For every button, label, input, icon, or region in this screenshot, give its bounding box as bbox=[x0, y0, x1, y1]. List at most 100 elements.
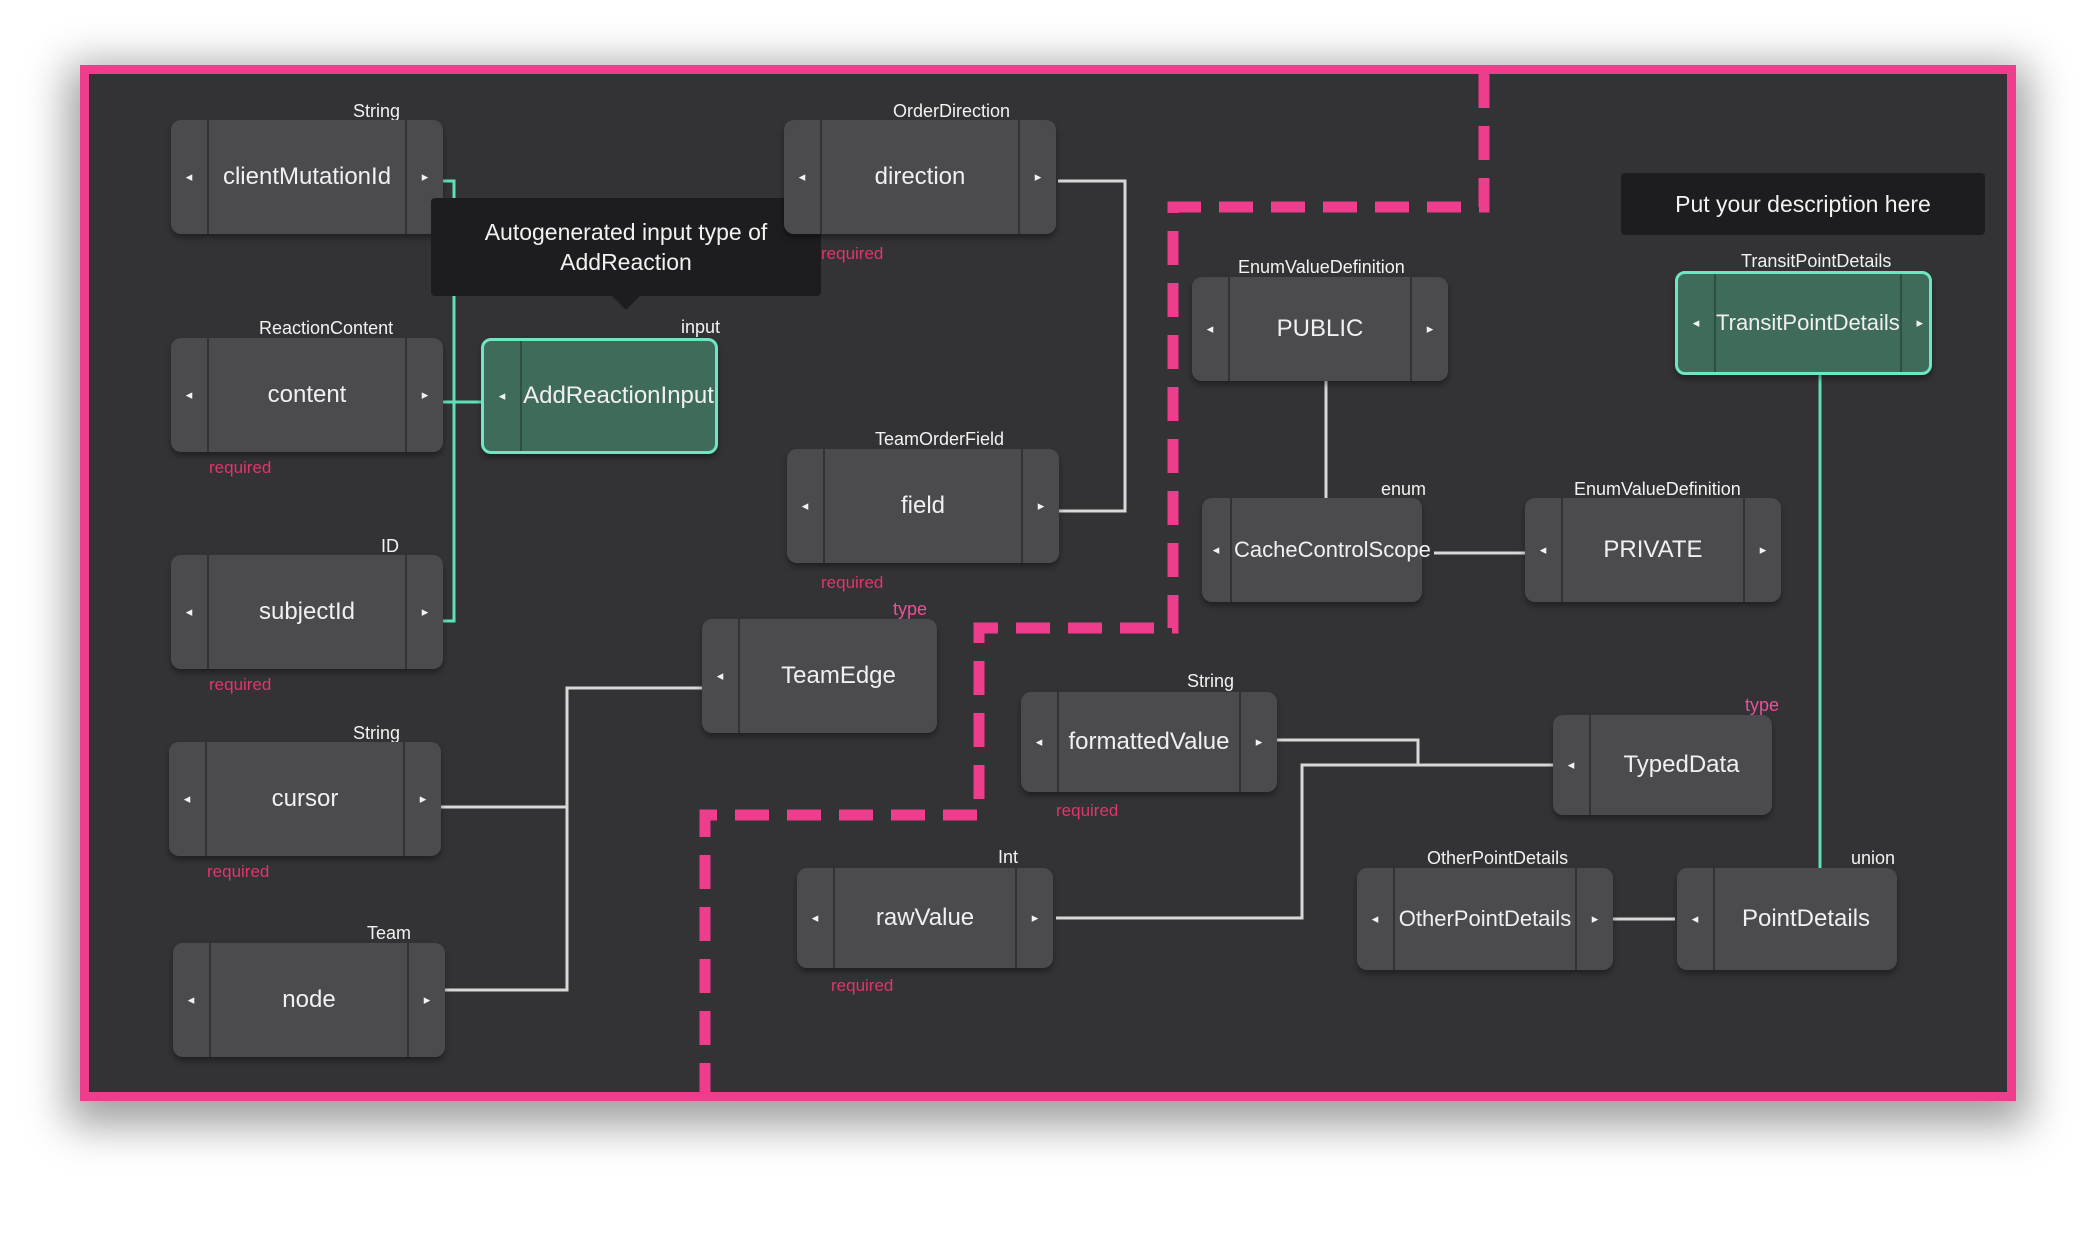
required-label: required bbox=[207, 862, 270, 881]
node-addReactionInput[interactable]: ◂ AddReactionInput bbox=[481, 338, 718, 454]
node-label: clientMutationId bbox=[222, 163, 392, 190]
port-left-icon[interactable]: ◂ bbox=[173, 943, 211, 1057]
node-label: PRIVATE bbox=[1603, 536, 1703, 563]
wire-formatted-typed bbox=[1272, 738, 1560, 767]
port-left-icon[interactable]: ◂ bbox=[1192, 277, 1230, 381]
node-clientMutationId[interactable]: ◂ clientMutationId ▸ bbox=[171, 120, 443, 234]
port-left-icon[interactable]: ◂ bbox=[1677, 868, 1715, 970]
node-label: TeamEdge bbox=[781, 662, 896, 689]
port-left-icon[interactable]: ◂ bbox=[1525, 498, 1563, 602]
required-label: required bbox=[209, 458, 272, 477]
node-public[interactable]: ◂ PUBLIC ▸ bbox=[1192, 277, 1448, 381]
required-label: required bbox=[209, 675, 272, 694]
required-label: required bbox=[821, 244, 884, 263]
type-label-enumvaluedefinition: EnumValueDefinition bbox=[1238, 257, 1405, 277]
port-right-icon[interactable]: ▸ bbox=[403, 742, 441, 856]
node-label: AddReactionInput bbox=[523, 382, 714, 409]
port-right-icon[interactable]: ▸ bbox=[405, 338, 443, 452]
port-left-icon[interactable]: ◂ bbox=[484, 341, 522, 451]
node-formattedValue[interactable]: ◂ formattedValue ▸ bbox=[1021, 692, 1277, 792]
tooltip-line: Autogenerated input type of bbox=[484, 219, 768, 245]
graph-canvas[interactable]: String ◂ clientMutationId ▸ ReactionCont… bbox=[80, 65, 2016, 1101]
port-left-icon[interactable]: ◂ bbox=[171, 120, 209, 234]
node-label: TransitPointDetails bbox=[1716, 310, 1900, 335]
port-right-icon[interactable]: ▸ bbox=[1018, 120, 1056, 234]
type-label-string: String bbox=[353, 723, 401, 743]
port-right-icon[interactable]: ▸ bbox=[407, 943, 445, 1057]
port-left-icon[interactable]: ◂ bbox=[1678, 274, 1716, 372]
tooltip-tail bbox=[612, 296, 640, 310]
port-left-icon[interactable]: ◂ bbox=[1553, 715, 1591, 815]
type-label-type: type bbox=[1745, 695, 1780, 715]
node-label: rawValue bbox=[875, 904, 975, 931]
node-pointDetails[interactable]: ◂ PointDetails bbox=[1677, 868, 1897, 970]
wire-direction-field bbox=[1058, 179, 1127, 513]
node-label: PointDetails bbox=[1741, 905, 1871, 932]
node-label: CacheControlScope bbox=[1234, 537, 1431, 562]
node-label: OtherPointDetails bbox=[1398, 906, 1572, 931]
port-left-icon[interactable]: ◂ bbox=[787, 449, 825, 563]
wire-node-teamedge bbox=[437, 688, 569, 992]
port-left-icon[interactable]: ◂ bbox=[702, 619, 740, 733]
node-label: subjectId bbox=[258, 598, 356, 625]
node-label: TypedData bbox=[1623, 751, 1740, 778]
port-left-icon[interactable]: ◂ bbox=[171, 338, 209, 452]
port-right-icon[interactable]: ▸ bbox=[1899, 274, 1938, 372]
type-label-teamorderfield: TeamOrderField bbox=[875, 429, 1005, 449]
wire-cursor-teamedge bbox=[434, 686, 705, 809]
description-tooltip: Autogenerated input type of AddReaction bbox=[431, 198, 821, 310]
port-left-icon[interactable]: ◂ bbox=[797, 868, 835, 968]
port-right-icon[interactable]: ▸ bbox=[405, 555, 443, 669]
type-label-team: Team bbox=[367, 923, 412, 943]
tooltip-line: AddReaction bbox=[560, 249, 692, 275]
description-tooltip: Put your description here bbox=[1621, 173, 1985, 235]
port-left-icon[interactable]: ◂ bbox=[784, 120, 822, 234]
node-typedData[interactable]: ◂ TypedData bbox=[1553, 715, 1772, 815]
required-label: required bbox=[831, 976, 894, 995]
node-label: formattedValue bbox=[1068, 728, 1230, 755]
type-label-string: String bbox=[1187, 671, 1235, 691]
node-label: node bbox=[282, 986, 336, 1013]
node-label: cursor bbox=[271, 785, 339, 812]
type-label-id: ID bbox=[381, 536, 399, 556]
node-cacheControlScope[interactable]: ◂ CacheControlScope bbox=[1202, 498, 1431, 602]
node-teamEdge[interactable]: ◂ TeamEdge bbox=[702, 619, 937, 733]
node-rawValue[interactable]: ◂ rawValue ▸ bbox=[797, 868, 1053, 968]
type-label-enum: enum bbox=[1381, 479, 1427, 499]
node-label: PUBLIC bbox=[1276, 315, 1364, 342]
node-field[interactable]: ◂ field ▸ bbox=[787, 449, 1059, 563]
port-left-icon[interactable]: ◂ bbox=[1357, 868, 1395, 970]
type-label-int: Int bbox=[998, 847, 1019, 867]
port-left-icon[interactable]: ◂ bbox=[169, 742, 207, 856]
node-otherPointDetails[interactable]: ◂ OtherPointDetails ▸ bbox=[1357, 868, 1613, 970]
type-label-transitpointdetails: TransitPointDetails bbox=[1741, 251, 1892, 271]
node-transitPointDetails[interactable]: ◂ TransitPointDetails ▸ bbox=[1675, 271, 1932, 375]
node-node[interactable]: ◂ node ▸ bbox=[173, 943, 445, 1057]
tooltip-line: Put your description here bbox=[1675, 191, 1931, 217]
port-right-icon[interactable]: ▸ bbox=[1015, 868, 1053, 968]
port-right-icon[interactable]: ▸ bbox=[1410, 277, 1448, 381]
required-label: required bbox=[821, 573, 884, 592]
type-label-type: type bbox=[893, 599, 928, 619]
port-left-icon[interactable]: ◂ bbox=[171, 555, 209, 669]
required-label: required bbox=[1056, 801, 1119, 820]
port-left-icon[interactable]: ◂ bbox=[1202, 498, 1232, 602]
type-label-orderdirection: OrderDirection bbox=[893, 101, 1011, 121]
type-label-otherpointdetails: OtherPointDetails bbox=[1427, 848, 1569, 868]
node-label: field bbox=[900, 492, 946, 519]
node-cursor[interactable]: ◂ cursor ▸ bbox=[169, 742, 441, 856]
port-right-icon[interactable]: ▸ bbox=[1021, 449, 1059, 563]
type-label-enumvaluedefinition: EnumValueDefinition bbox=[1574, 479, 1741, 499]
node-private[interactable]: ◂ PRIVATE ▸ bbox=[1525, 498, 1781, 602]
type-label-reactioncontent: ReactionContent bbox=[259, 318, 394, 338]
node-subjectId[interactable]: ◂ subjectId ▸ bbox=[171, 555, 443, 669]
port-left-icon[interactable]: ◂ bbox=[1021, 692, 1059, 792]
node-content[interactable]: ◂ content ▸ bbox=[171, 338, 443, 452]
port-right-icon[interactable]: ▸ bbox=[1239, 692, 1277, 792]
port-right-icon[interactable]: ▸ bbox=[1743, 498, 1781, 602]
type-label-string: String bbox=[353, 101, 401, 121]
node-direction[interactable]: ◂ direction ▸ bbox=[784, 120, 1056, 234]
node-label: direction bbox=[874, 163, 966, 190]
type-label-union: union bbox=[1851, 848, 1896, 868]
port-right-icon[interactable]: ▸ bbox=[1575, 868, 1613, 970]
